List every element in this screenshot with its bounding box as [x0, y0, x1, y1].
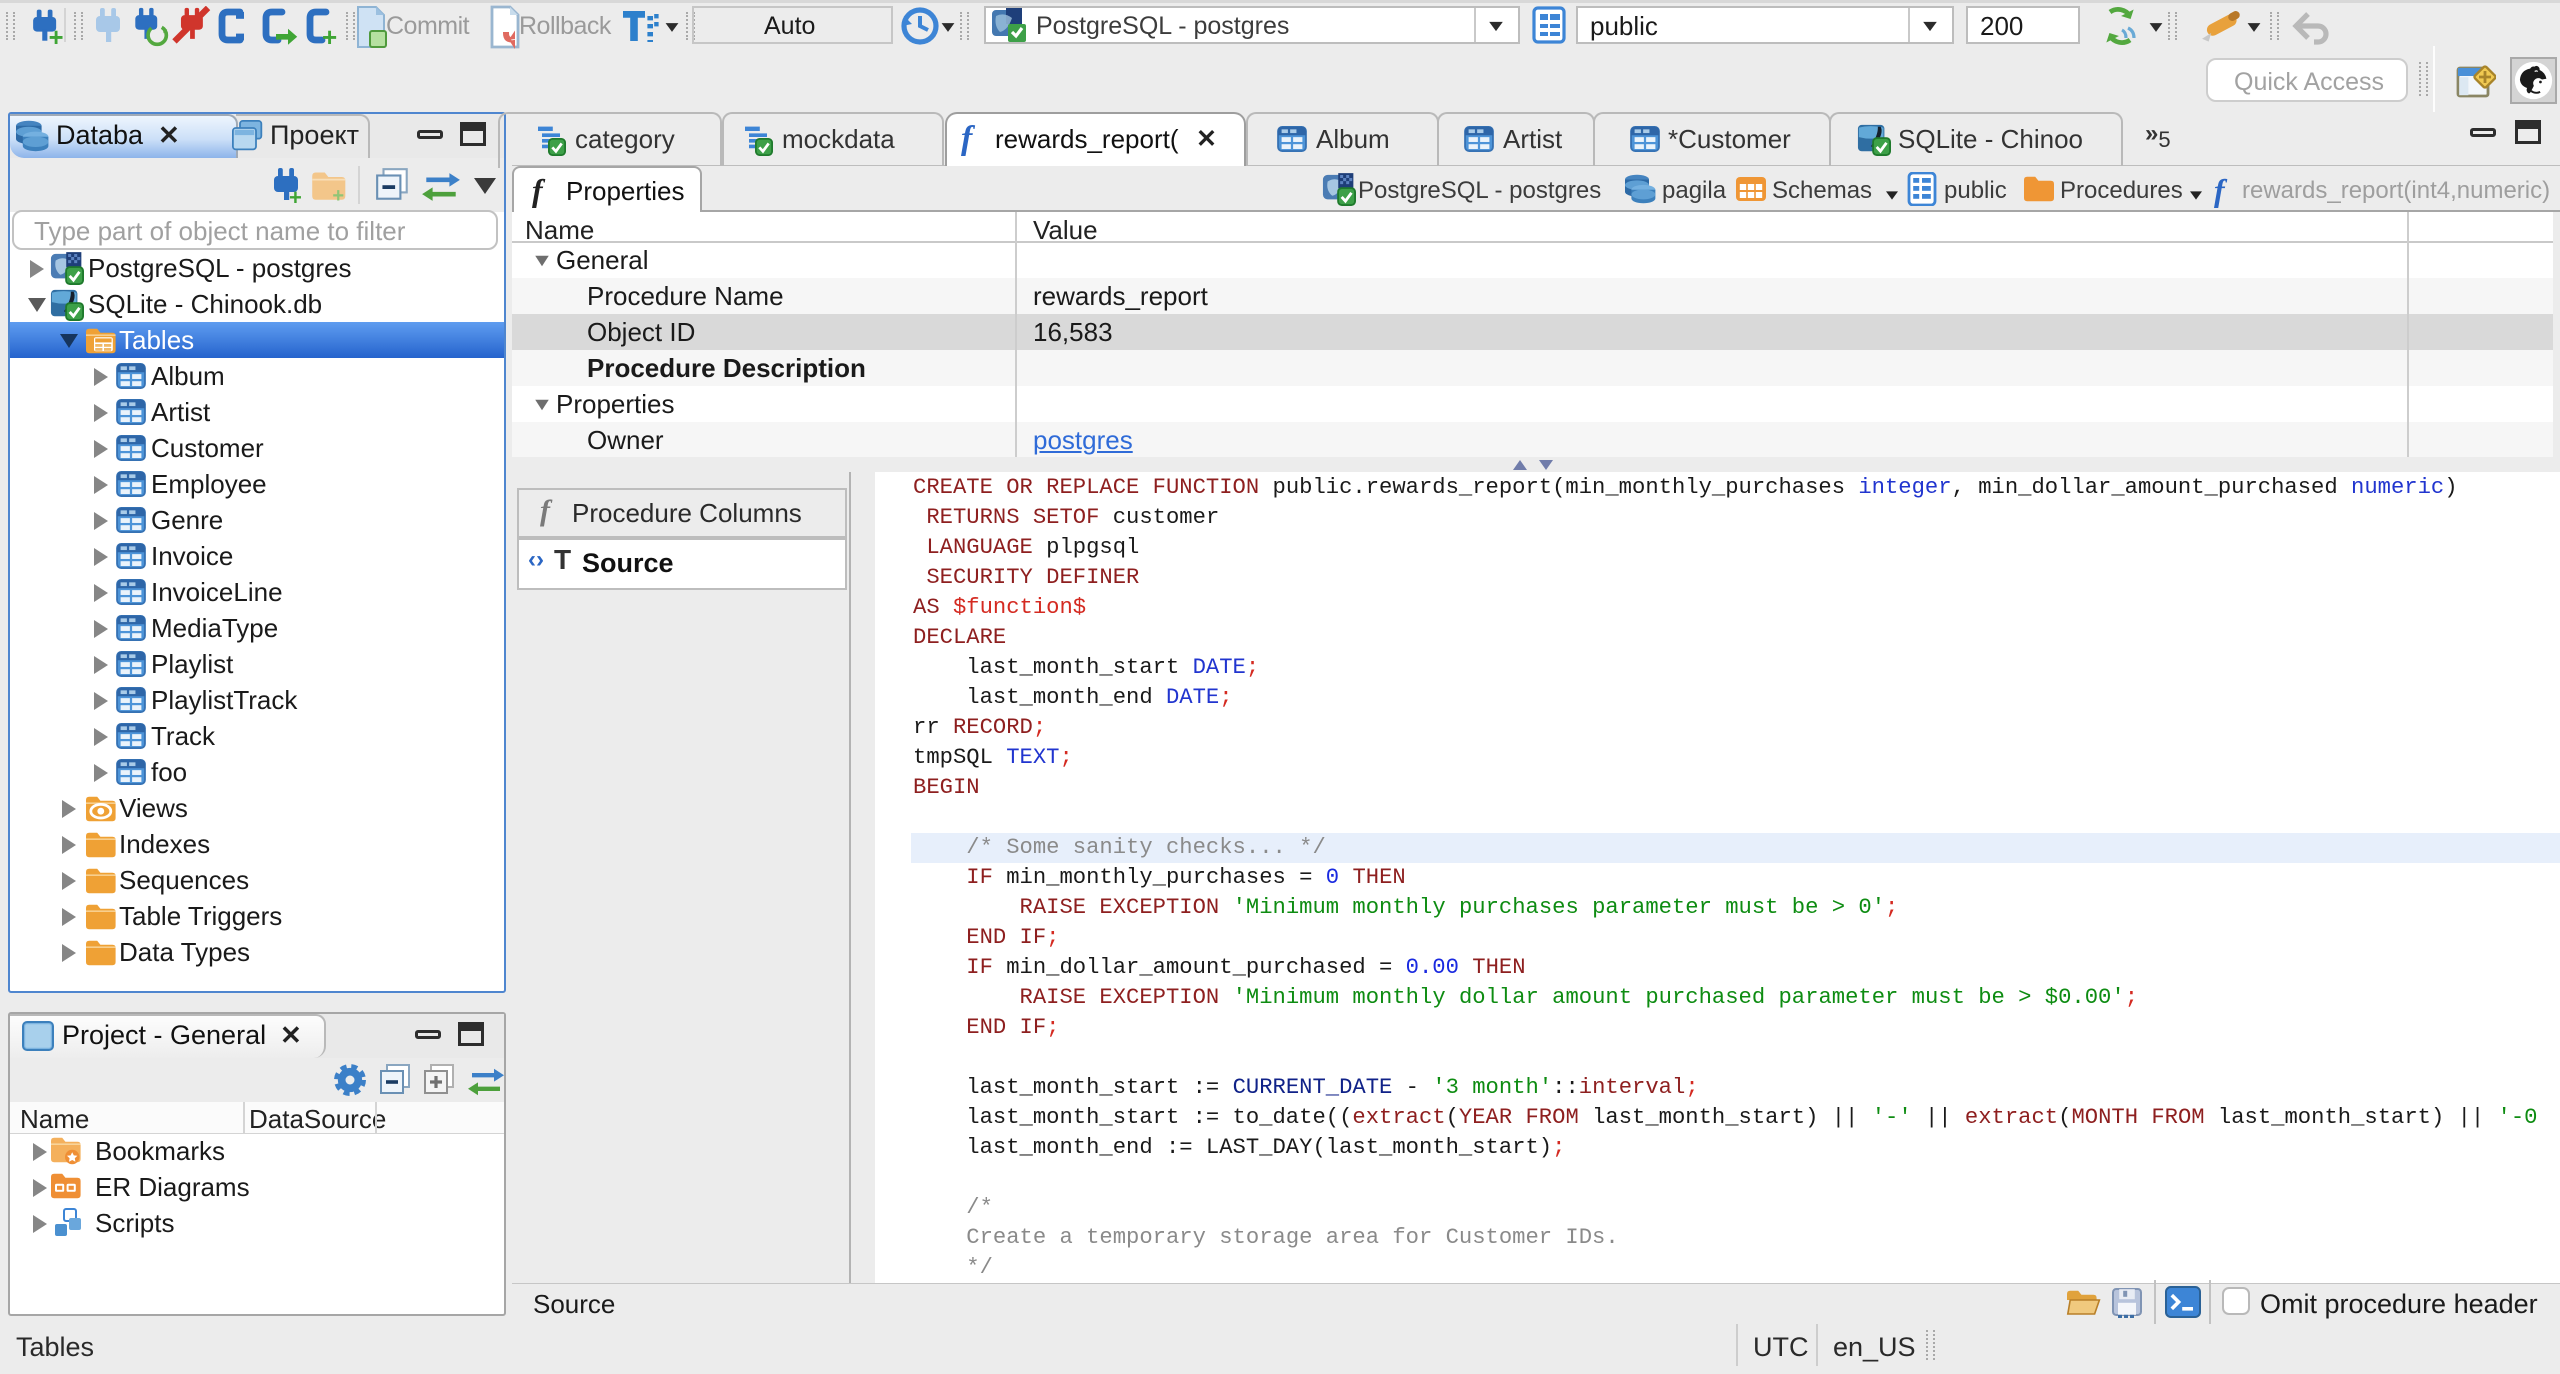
svg-text:+: + [289, 185, 302, 206]
svg-text:+: + [322, 22, 337, 48]
svg-text:+: + [332, 185, 344, 202]
svg-text:+: + [49, 24, 64, 48]
